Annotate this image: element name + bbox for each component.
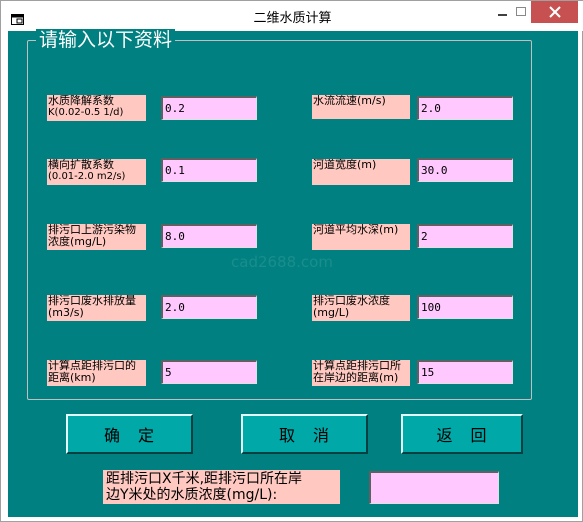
label-line1: 水质降解系数 <box>48 95 114 107</box>
input-groupbox <box>27 40 532 400</box>
label-line1: 河道宽度(m) <box>313 159 377 171</box>
flow-velocity-label: 水流流速(m/s) <box>312 95 410 119</box>
result-output[interactable] <box>369 471 499 504</box>
river-depth-label: 河道平均水深(m) <box>312 224 410 250</box>
result-label-line2: 边Y米处的水质浓度(mg/L): <box>106 487 278 503</box>
groupbox-title: 请输入以下资料 <box>36 29 176 51</box>
label-line2: (m3/s) <box>48 306 84 319</box>
discharge-flow-input[interactable]: 2.0 <box>161 295 257 319</box>
label-line2: 浓度(mg/L) <box>48 235 107 248</box>
label-line2: 距离(km) <box>48 371 96 384</box>
lateral-diffusion-label: 横向扩散系数 (0.01-2.0 m2/s) <box>47 159 146 185</box>
distance-to-outlet-input[interactable]: 5 <box>161 360 257 384</box>
label-line2: (mg/L) <box>313 306 350 319</box>
degradation-coefficient-label: 水质降解系数 K(0.02-0.5 1/d) <box>47 95 146 121</box>
app-window: 二维水质计算 cad2688.com 请输入以下资料 水质降解系数 K(0.02… <box>0 0 583 522</box>
river-width-label: 河道宽度(m) <box>312 159 410 185</box>
label-line2: K(0.02-0.5 1/d) <box>48 107 124 118</box>
label-line2: 在岸边的距离(m) <box>313 371 399 384</box>
wastewater-concentration-label: 排污口废水浓度 (mg/L) <box>312 295 410 321</box>
label-line2: (0.01-2.0 m2/s) <box>48 171 126 182</box>
distance-to-bank-label: 计算点距排污口所 在岸边的距离(m) <box>312 360 410 386</box>
discharge-flow-label: 排污口废水排放量 (m3/s) <box>47 295 146 321</box>
wastewater-concentration-input[interactable]: 100 <box>417 295 513 319</box>
label-line1: 横向扩散系数 <box>48 159 114 171</box>
distance-to-outlet-label: 计算点距排污口的 距离(km) <box>47 360 146 386</box>
upstream-concentration-input[interactable]: 8.0 <box>161 224 257 248</box>
flow-velocity-input[interactable]: 2.0 <box>417 96 513 120</box>
upstream-concentration-label: 排污口上游污染物 浓度(mg/L) <box>47 224 146 250</box>
label-line1: 水流流速(m/s) <box>313 95 386 107</box>
back-button[interactable]: 返 回 <box>401 414 523 454</box>
river-width-input[interactable]: 30.0 <box>417 158 513 182</box>
close-icon <box>548 6 561 18</box>
confirm-button[interactable]: 确 定 <box>66 414 193 454</box>
result-label: 距排污口X千米,距排污口所在岸 边Y米处的水质浓度(mg/L): <box>103 470 340 504</box>
label-line1: 河道平均水深(m) <box>313 224 399 236</box>
close-button[interactable] <box>531 1 578 23</box>
degradation-coefficient-input[interactable]: 0.2 <box>161 96 257 120</box>
result-label-line1: 距排污口X千米,距排污口所在岸 <box>106 471 303 487</box>
lateral-diffusion-input[interactable]: 0.1 <box>161 158 257 182</box>
distance-to-bank-input[interactable]: 15 <box>417 360 513 384</box>
title-bar[interactable]: 二维水质计算 <box>1 1 583 31</box>
river-depth-input[interactable]: 2 <box>417 224 513 248</box>
cancel-button[interactable]: 取 消 <box>241 414 368 454</box>
